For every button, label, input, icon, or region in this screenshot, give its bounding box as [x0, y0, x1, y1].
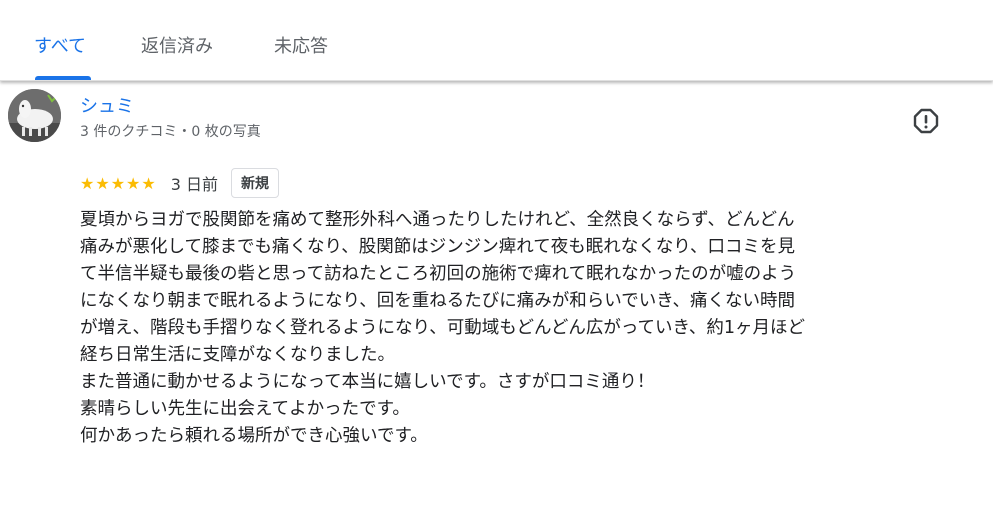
tab-unanswered[interactable]: 未応答 [274, 32, 328, 58]
review-text-line: が増え、階段も手摺りなく登れるようになり、可動域もどんどん広がっていき、約1ヶ月… [80, 318, 805, 338]
report-alert-icon[interactable] [912, 107, 940, 135]
active-tab-indicator [35, 76, 91, 80]
reviewer-name[interactable]: シュミ [80, 92, 134, 118]
review-text-line: また普通に動かせるようになって本当に嬉しいです。さすが口コミ通り！ [80, 372, 655, 392]
tab-all[interactable]: すべて [34, 32, 86, 58]
rating-row: ★★★★★ 3 日前 新規 [80, 168, 279, 198]
review-text-line: 夏頃からヨガで股関節を痛めて整形外科へ通ったりしたけれど、全然良くならず、どんど… [80, 210, 795, 230]
review-text-line: 経ち日常生活に支障がなくなりました。 [80, 345, 395, 365]
review-text-line: 痛みが悪化して膝までも痛くなり、股関節はジンジン痺れて夜も眠れなくなり、口コミを… [80, 237, 796, 257]
review-filter-tabs: すべて 返信済み 未応答 [0, 0, 993, 81]
avatar[interactable] [8, 89, 61, 142]
review-date: 3 日前 [170, 175, 218, 194]
new-badge: 新規 [231, 168, 279, 198]
tab-replied[interactable]: 返信済み [141, 32, 213, 58]
star-rating: ★★★★★ [80, 173, 157, 193]
review-text-line: 素晴らしい先生に出会えてよかったです。 [80, 399, 410, 419]
review-text-line: て半信半疑も最後の砦と思って訪ねたところ初回の施術で痺れて眠れなかったのが嘘のよ… [80, 264, 797, 284]
review-text: 夏頃からヨガで股関節を痛めて整形外科へ通ったりしたけれど、全然良くならず、どんど… [80, 207, 965, 450]
reviewer-meta: 3 件のクチコミ・0 枚の写真 [80, 124, 261, 140]
review-text-line: になくなり朝まで眠れるようになり、回を重ねるたびに痛みが和らいでいき、痛くない時… [80, 291, 796, 311]
review-text-line: 何かあったら頼れる場所ができ心強いです。 [80, 426, 428, 446]
